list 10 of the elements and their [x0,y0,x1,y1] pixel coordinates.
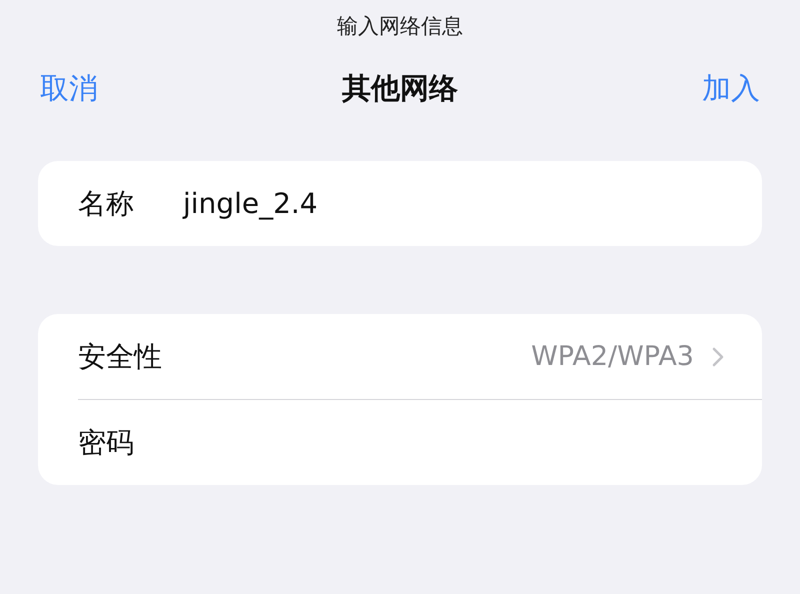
name-label: 名称 [78,186,135,222]
chevron-icon [712,346,724,366]
password-label: 密码 [78,424,134,460]
nav-title: 其他网络 [342,70,458,107]
name-value[interactable]: jingle_2.4 [183,187,318,220]
join-button[interactable]: 加入 [702,69,760,109]
prompt-text: 输入网络信息 [336,13,464,40]
cancel-button[interactable]: 取消 [40,69,98,109]
security-value[interactable]: WPA2/WPA3 [531,341,694,372]
security-label: 安全性 [78,338,162,374]
